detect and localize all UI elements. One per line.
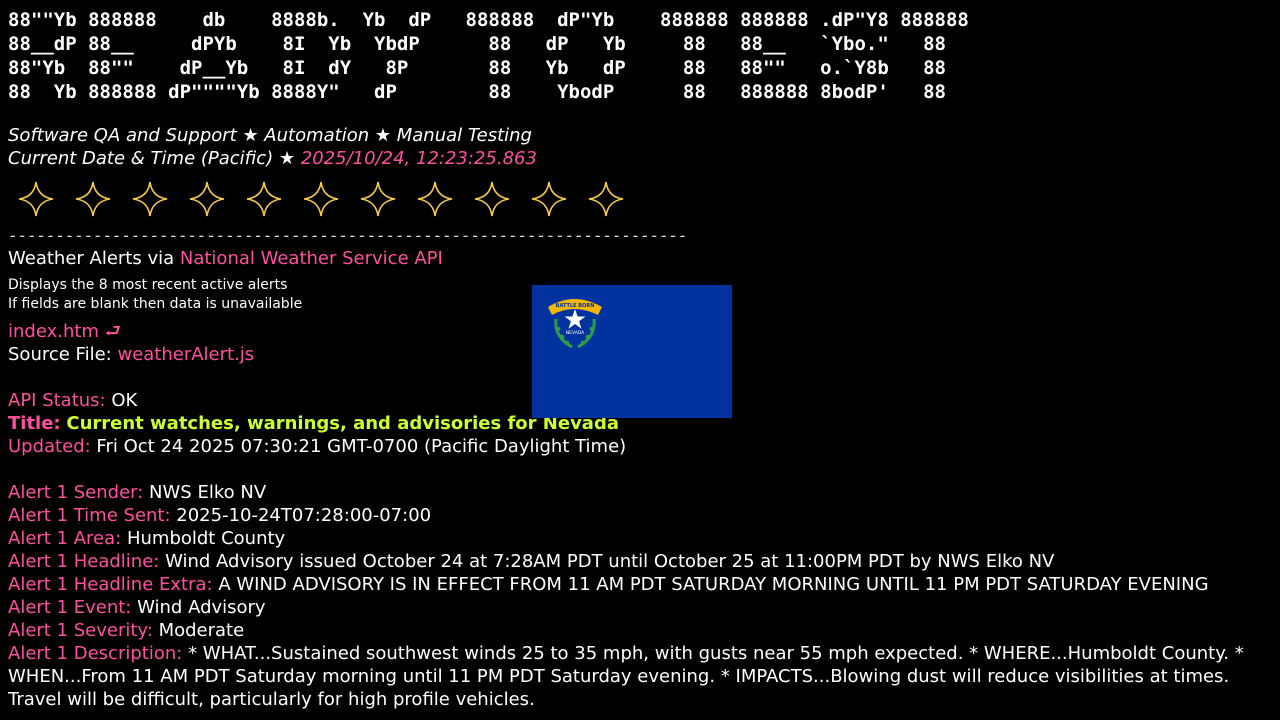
alert-event-value: Wind Advisory [137,597,266,618]
sparkle-star-icon [588,181,624,217]
alert-sender-label: Alert 1 Sender: [8,482,144,503]
alert-description-label: Alert 1 Description: [8,643,183,664]
section-title: Weather Alerts via National Weather Serv… [8,247,1272,270]
tagline: Software QA and Support ★ Automation ★ M… [8,125,532,146]
source-file-link[interactable]: weatherAlert.js [117,344,254,365]
alert-headline-value: Wind Advisory issued October 24 at 7:28A… [165,551,1055,572]
sparkle-star-icon [303,181,339,217]
updated-value: Fri Oct 24 2025 07:30:21 GMT-0700 (Pacif… [96,436,627,457]
sparkle-star-icon [189,181,225,217]
flag-state-name: NEVADA [566,330,585,336]
alert-description-row: Alert 1 Description: * WHAT...Sustained … [8,642,1272,711]
datetime-value: 2025/10/24, 12:23:25.863 [300,148,537,169]
alert-time-value: 2025-10-24T07:28:00-07:00 [176,505,432,526]
alert-area-value: Humboldt County [126,528,286,549]
alert-time-row: Alert 1 Time Sent: 2025-10-24T07:28:00-0… [8,504,1272,527]
sparkle-star-icon [75,181,111,217]
sparkle-star-icon [360,181,396,217]
sparkle-star-icon [474,181,510,217]
source-file-label: Source File: [8,344,112,365]
alert-extra-label: Alert 1 Headline Extra: [8,574,213,595]
banner-line: 88"Yb 88"" dP__Yb 8I dY 8P 88 Yb dP 88 8… [8,57,946,79]
flag-motto: BATTLE BORN [556,303,595,309]
alert-headline-label: Alert 1 Headline: [8,551,160,572]
updated-row: Updated: Fri Oct 24 2025 07:30:21 GMT-07… [8,435,1272,458]
datetime-row: Current Date & Time (Pacific) ★ 2025/10/… [8,147,1272,170]
alert-extra-value: A WIND ADVISORY IS IN EFFECT FROM 11 AM … [218,574,1209,595]
sparkle-star-icon [246,181,282,217]
sparkle-star-icon [132,181,168,217]
alert-sender-value: NWS Elko NV [149,482,267,503]
divider: ----------------------------------------… [8,226,688,245]
star-row [8,176,1272,222]
alert-extra-row: Alert 1 Headline Extra: A WIND ADVISORY … [8,573,1272,596]
sparkle-star-icon [531,181,567,217]
alert-area-row: Alert 1 Area: Humboldt County [8,527,1272,550]
alert-severity-row: Alert 1 Severity: Moderate [8,619,1272,642]
alert-severity-label: Alert 1 Severity: [8,620,153,641]
alert-time-label: Alert 1 Time Sent: [8,505,171,526]
datetime-label: Current Date & Time (Pacific) ★ [8,148,296,169]
alert-event-row: Alert 1 Event: Wind Advisory [8,596,1272,619]
alert-description-value: * WHAT...Sustained southwest winds 25 to… [8,643,1244,710]
alert-event-label: Alert 1 Event: [8,597,132,618]
updated-label: Updated: [8,436,91,457]
alert-sender-row: Alert 1 Sender: NWS Elko NV [8,481,1272,504]
alert-headline-row: Alert 1 Headline: Wind Advisory issued O… [8,550,1272,573]
alert-area-label: Alert 1 Area: [8,528,122,549]
banner-line: 88__dP 88__ dPYb 8I Yb YbdP 88 dP Yb 88 … [8,33,946,55]
alert-severity-value: Moderate [158,620,245,641]
nws-api-link[interactable]: National Weather Service API [180,248,443,269]
section-title-prefix: Weather Alerts via [8,248,175,269]
feed-title-label: Title: [8,413,61,434]
banner-line: 88 Yb 888888 dP""""Yb 8888Y" dP 88 YbodP… [8,81,946,103]
ascii-banner: 88""Yb 888888 db 8888b. Yb dP 888888 dP"… [8,8,1272,104]
api-status-label: API Status: [8,390,106,411]
banner-line: 88""Yb 888888 db 8888b. Yb dP 888888 dP"… [8,9,969,31]
api-status-value: OK [111,390,138,411]
nevada-seal-icon: BATTLE BORN NEVADA [548,299,602,349]
nevada-flag: BATTLE BORN NEVADA [532,285,732,418]
sparkle-star-icon [18,181,54,217]
sparkle-star-icon [417,181,453,217]
